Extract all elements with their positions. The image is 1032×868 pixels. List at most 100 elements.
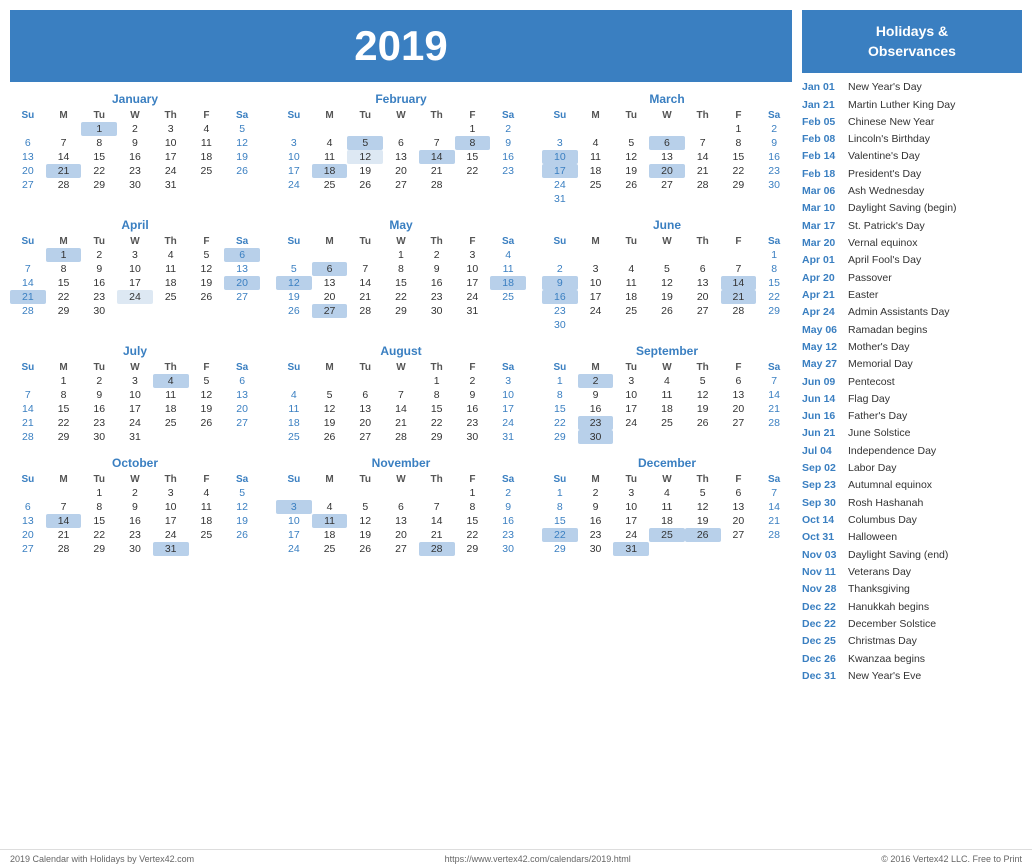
holiday-name: St. Patrick's Day — [848, 218, 925, 235]
holiday-item: Jun 14Flag Day — [802, 391, 1022, 408]
footer-left: 2019 Calendar with Holidays by Vertex42.… — [10, 854, 194, 864]
month-january: January SuMTuWThFSa 12345 6789101112 131… — [10, 92, 260, 206]
sidebar-header: Holidays &Observances — [802, 10, 1022, 73]
holiday-name: Martin Luther King Day — [848, 97, 955, 114]
holiday-name: New Year's Eve — [848, 668, 921, 685]
year-header: 2019 — [10, 10, 792, 82]
holiday-item: Jul 04Independence Day — [802, 443, 1022, 460]
holiday-name: New Year's Day — [848, 79, 922, 96]
holiday-date: Nov 11 — [802, 564, 844, 581]
month-march: March SuMTuWThFSa 12 3456789 10111213141… — [542, 92, 792, 206]
holiday-item: May 06Ramadan begins — [802, 322, 1022, 339]
holiday-item: Nov 28Thanksgiving — [802, 581, 1022, 598]
holiday-date: Oct 14 — [802, 512, 844, 529]
holiday-name: Hanukkah begins — [848, 599, 929, 616]
holiday-name: Independence Day — [848, 443, 936, 460]
holiday-item: Sep 30Rosh Hashanah — [802, 495, 1022, 512]
holiday-date: Dec 26 — [802, 651, 844, 668]
holiday-item: Mar 06Ash Wednesday — [802, 183, 1022, 200]
holiday-name: Kwanzaa begins — [848, 651, 925, 668]
holiday-name: April Fool's Day — [848, 252, 921, 269]
holiday-item: Dec 25Christmas Day — [802, 633, 1022, 650]
holiday-name: Veterans Day — [848, 564, 911, 581]
sidebar: Holidays &Observances Jan 01New Year's D… — [802, 10, 1022, 835]
holiday-item: Dec 22Hanukkah begins — [802, 599, 1022, 616]
holiday-item: Dec 26Kwanzaa begins — [802, 651, 1022, 668]
holiday-item: May 27Memorial Day — [802, 356, 1022, 373]
holiday-name: Mother's Day — [848, 339, 910, 356]
month-october: October SuMTuWThFSa 12345 6789101112 131… — [10, 456, 260, 556]
holiday-name: Halloween — [848, 529, 897, 546]
holiday-name: Chinese New Year — [848, 114, 934, 131]
holiday-date: Sep 30 — [802, 495, 844, 512]
holiday-name: Lincoln's Birthday — [848, 131, 930, 148]
holiday-name: December Solstice — [848, 616, 936, 633]
month-title-september: September — [542, 344, 792, 358]
holiday-item: Dec 22December Solstice — [802, 616, 1022, 633]
holiday-name: Memorial Day — [848, 356, 913, 373]
holiday-name: Thanksgiving — [848, 581, 910, 598]
holiday-item: Sep 23Autumnal equinox — [802, 477, 1022, 494]
holiday-item: Mar 17St. Patrick's Day — [802, 218, 1022, 235]
month-title-may: May — [276, 218, 526, 232]
holiday-item: Apr 21Easter — [802, 287, 1022, 304]
month-september: September SuMTuWThFSa 1234567 8910111213… — [542, 344, 792, 444]
holiday-date: Dec 22 — [802, 599, 844, 616]
holiday-date: Feb 08 — [802, 131, 844, 148]
month-title-february: February — [276, 92, 526, 106]
footer-right: © 2016 Vertex42 LLC. Free to Print — [881, 854, 1022, 864]
holiday-item: Nov 11Veterans Day — [802, 564, 1022, 581]
month-title-december: December — [542, 456, 792, 470]
month-title-january: January — [10, 92, 260, 106]
month-july: July SuMTuWThFSa 123456 78910111213 1415… — [10, 344, 260, 444]
holiday-name: Christmas Day — [848, 633, 917, 650]
holiday-item: Feb 14Valentine's Day — [802, 148, 1022, 165]
month-title-june: June — [542, 218, 792, 232]
holiday-date: Jun 16 — [802, 408, 844, 425]
holiday-date: May 27 — [802, 356, 844, 373]
month-april: April SuMTuWThFSa 123456 78910111213 141… — [10, 218, 260, 332]
month-title-october: October — [10, 456, 260, 470]
holiday-name: June Solstice — [848, 425, 910, 442]
holiday-name: Passover — [848, 270, 892, 287]
holiday-name: Daylight Saving (end) — [848, 547, 948, 564]
month-title-november: November — [276, 456, 526, 470]
holiday-item: Apr 24Admin Assistants Day — [802, 304, 1022, 321]
month-title-april: April — [10, 218, 260, 232]
holiday-date: Mar 06 — [802, 183, 844, 200]
month-june: June SuMTuWThFSa 1 2345678 9101112131415 — [542, 218, 792, 332]
holiday-name: Admin Assistants Day — [848, 304, 950, 321]
holiday-date: Dec 31 — [802, 668, 844, 685]
holiday-item: Oct 31Halloween — [802, 529, 1022, 546]
holiday-date: Jun 09 — [802, 374, 844, 391]
holiday-name: Easter — [848, 287, 878, 304]
months-grid: January SuMTuWThFSa 12345 6789101112 131… — [10, 92, 792, 556]
holiday-item: Mar 10Daylight Saving (begin) — [802, 200, 1022, 217]
holiday-name: Valentine's Day — [848, 148, 920, 165]
month-title-march: March — [542, 92, 792, 106]
month-august: August SuMTuWThFSa 123 45678910 11121314… — [276, 344, 526, 444]
holiday-date: Apr 21 — [802, 287, 844, 304]
holiday-name: Flag Day — [848, 391, 890, 408]
holiday-date: Jan 01 — [802, 79, 844, 96]
holiday-date: Dec 25 — [802, 633, 844, 650]
holiday-item: Apr 20Passover — [802, 270, 1022, 287]
holiday-date: Feb 05 — [802, 114, 844, 131]
holiday-date: Apr 20 — [802, 270, 844, 287]
holiday-date: Mar 10 — [802, 200, 844, 217]
holiday-name: Daylight Saving (begin) — [848, 200, 957, 217]
holiday-date: Apr 24 — [802, 304, 844, 321]
holiday-date: Jul 04 — [802, 443, 844, 460]
month-title-july: July — [10, 344, 260, 358]
holiday-date: Feb 14 — [802, 148, 844, 165]
holiday-date: Nov 28 — [802, 581, 844, 598]
holiday-name: Pentecost — [848, 374, 895, 391]
footer: 2019 Calendar with Holidays by Vertex42.… — [0, 849, 1032, 868]
month-may: May SuMTuWThFSa 1234 567891011 121314151… — [276, 218, 526, 332]
holiday-date: Nov 03 — [802, 547, 844, 564]
holiday-item: May 12Mother's Day — [802, 339, 1022, 356]
holiday-name: Columbus Day — [848, 512, 917, 529]
month-title-august: August — [276, 344, 526, 358]
holiday-date: May 12 — [802, 339, 844, 356]
holiday-name: Ash Wednesday — [848, 183, 924, 200]
